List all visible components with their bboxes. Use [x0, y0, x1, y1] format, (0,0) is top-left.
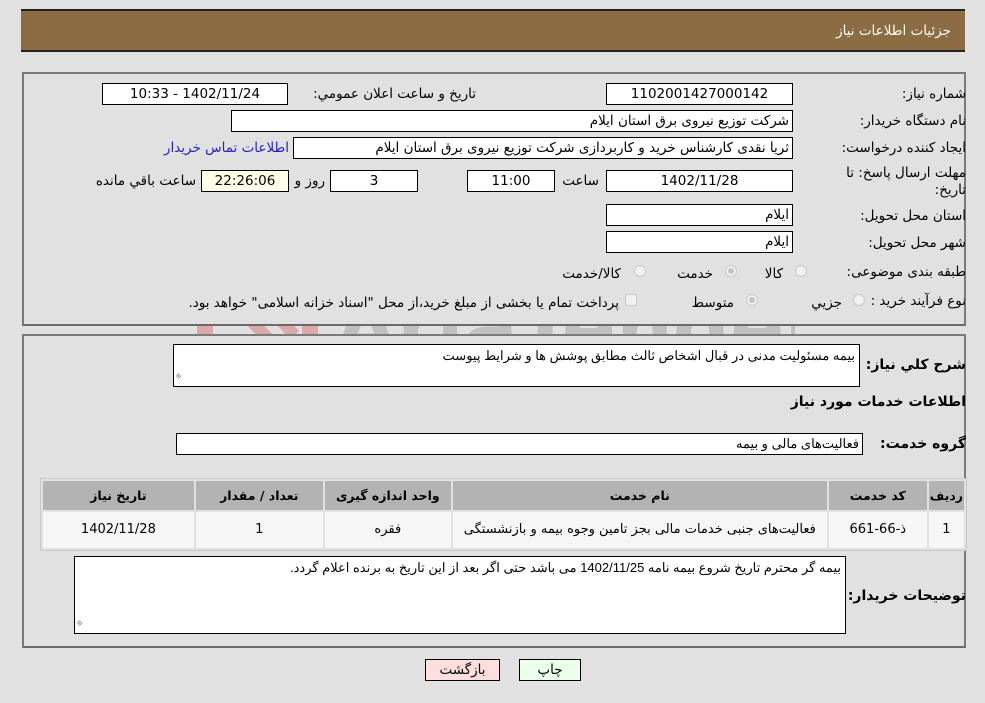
column-header-unit: واحد اندازه گیری: [324, 481, 451, 510]
cell-service-code: ذ-66-661: [828, 512, 927, 548]
city-label: شهر محل تحویل:: [868, 235, 966, 251]
category-radio-service[interactable]: [725, 265, 737, 277]
category-option-service: خدمت: [677, 266, 713, 282]
days-remaining-field: 3: [330, 170, 418, 192]
cell-need-date: 1402/11/28: [43, 512, 194, 548]
column-header-need-date: تاریخ نیاز: [43, 481, 194, 510]
process-radio-medium[interactable]: [746, 294, 758, 306]
category-radio-goods-service[interactable]: [634, 265, 646, 277]
cell-unit: فقره: [324, 512, 451, 548]
table-row: 1 ذ-66-661 فعالیت‌های جنبی خدمات مالی بج…: [43, 512, 964, 548]
buyer-org-label: نام دستگاه خریدار:: [859, 113, 966, 129]
buyer-notes-textarea[interactable]: بیمه گر محترم تاریخ شروع بیمه نامه 1402/…: [74, 556, 846, 634]
print-button[interactable]: چاپ: [519, 659, 581, 681]
category-label: طبقه بندی موضوعی:: [846, 264, 966, 280]
deadline-time-field: 11:00: [467, 170, 555, 192]
service-group-label: گروه خدمت:: [880, 436, 966, 452]
column-header-service-name: نام خدمت: [452, 481, 827, 510]
buyer-org-field: شرکت توزیع نیروی برق استان ایلام: [231, 110, 793, 132]
buyer-notes-text: بیمه گر محترم تاریخ شروع بیمه نامه 1402/…: [290, 560, 841, 575]
deadline-label-date: تاریخ:: [934, 182, 966, 198]
column-header-service-code: کد خدمت: [828, 481, 927, 510]
remaining-time-field: 22:26:06: [201, 170, 289, 192]
column-header-quantity: تعداد / مقدار: [195, 481, 323, 510]
category-option-goods: کالا: [764, 266, 783, 282]
need-number-label: شماره نیاز:: [901, 86, 966, 102]
need-number-field: 1102001427000142: [606, 83, 793, 105]
process-option-minor: جزیي: [811, 295, 842, 311]
creator-label: ایجاد کننده درخواست:: [841, 140, 966, 156]
process-radio-minor[interactable]: [853, 294, 865, 306]
treasury-checkbox-label: پرداخت تمام یا بخشی از مبلغ خرید،از محل …: [188, 295, 619, 311]
process-label: نوع فرآیند خرید :: [870, 293, 966, 309]
cell-row-number: 1: [928, 512, 964, 548]
category-radio-goods[interactable]: [795, 265, 807, 277]
deadline-time-label: ساعت: [562, 173, 599, 189]
back-button[interactable]: بازگشت: [425, 659, 500, 681]
resize-grip-icon[interactable]: ≡: [170, 368, 186, 384]
days-label: روز و: [294, 173, 325, 189]
remaining-time-label: ساعت باقي مانده: [95, 173, 196, 189]
page-header: جزئیات اطلاعات نیاز: [21, 9, 965, 52]
table-header-row: ردیف کد خدمت نام خدمت واحد اندازه گیری ت…: [43, 481, 964, 510]
buyer-notes-label: توضیحات خریدار:: [847, 588, 966, 604]
description-textarea[interactable]: بیمه مسئولیت مدنی در قبال اشخاص ثالث مطا…: [173, 344, 860, 387]
province-label: استان محل تحویل:: [860, 208, 966, 224]
services-table: ردیف کد خدمت نام خدمت واحد اندازه گیری ت…: [40, 478, 967, 551]
resize-grip-icon[interactable]: ≡: [71, 615, 87, 631]
deadline-date-field: 1402/11/28: [606, 170, 793, 192]
column-header-row-number: ردیف: [928, 481, 964, 510]
services-section-title: اطلاعات خدمات مورد نیاز: [790, 394, 966, 410]
process-option-medium: متوسط: [691, 295, 734, 311]
announce-label: تاریخ و ساعت اعلان عمومي:: [313, 86, 476, 102]
city-field: ایلام: [606, 231, 793, 253]
province-field: ایلام: [606, 204, 793, 226]
description-label: شرح کلي نیاز:: [865, 357, 966, 373]
cell-service-name: فعالیت‌های جنبی خدمات مالی بجز تامین وجو…: [452, 512, 827, 548]
announce-field: 1402/11/24 - 10:33: [102, 83, 288, 105]
buyer-contact-link[interactable]: اطلاعات تماس خریدار: [164, 140, 289, 156]
page-title: جزئیات اطلاعات نیاز: [836, 23, 951, 39]
cell-quantity: 1: [195, 512, 323, 548]
service-group-field: فعالیت‌های مالی و بیمه: [176, 433, 863, 455]
creator-field: ثریا نقدی کارشناس خرید و کاربردازی شرکت …: [293, 137, 793, 159]
treasury-checkbox[interactable]: [625, 294, 637, 306]
deadline-label: مهلت ارسال پاسخ: تا: [846, 165, 966, 181]
description-text: بیمه مسئولیت مدنی در قبال اشخاص ثالث مطا…: [442, 348, 855, 363]
category-option-goods-service: کالا/خدمت: [562, 266, 621, 282]
